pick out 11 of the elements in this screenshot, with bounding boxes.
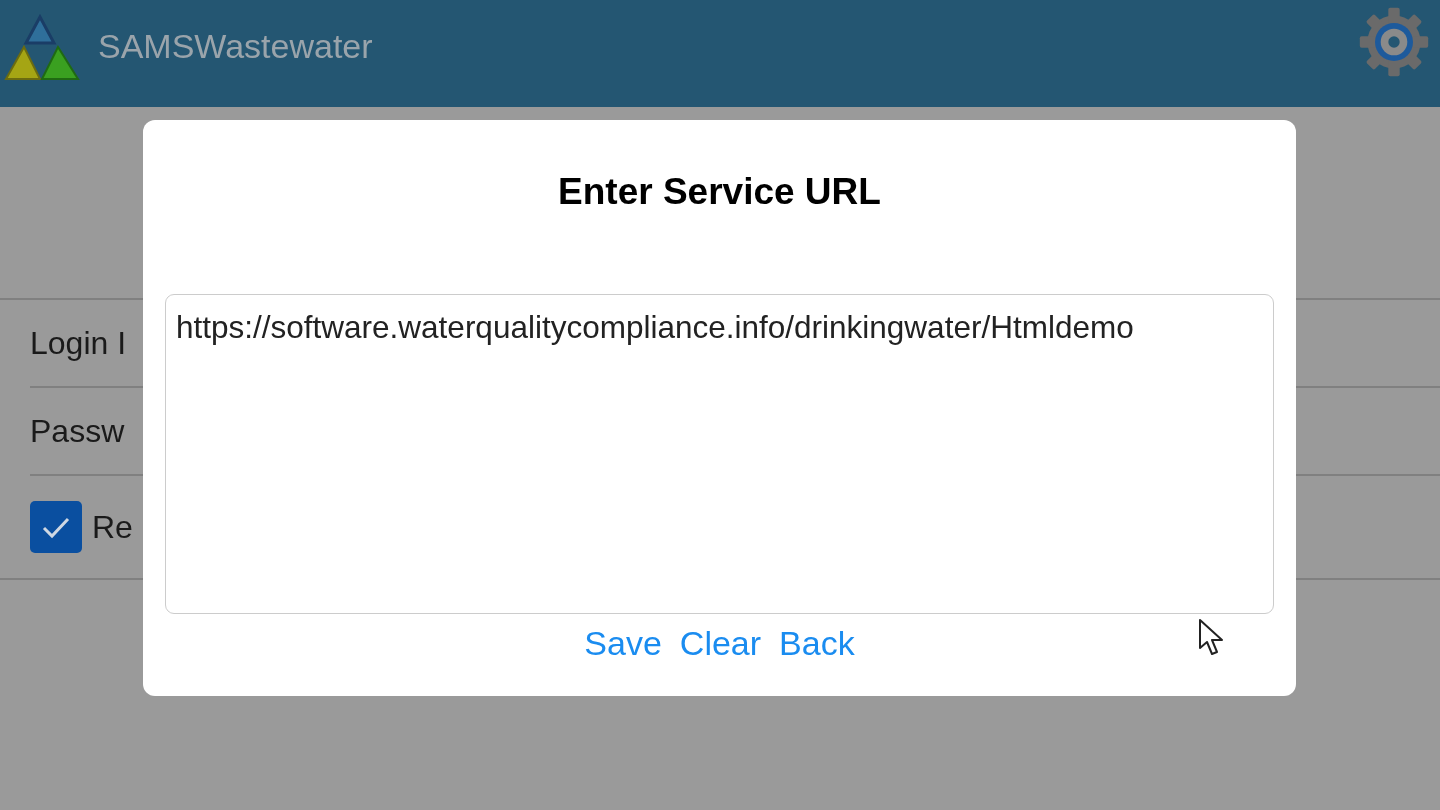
text-button[interactable]: Back <box>779 624 855 663</box>
field-label: Passw <box>30 412 125 450</box>
dialog-title: Enter Service URL <box>558 172 881 212</box>
checkbox-label: Re <box>92 508 133 546</box>
mouse-cursor-icon <box>1198 618 1226 658</box>
field-label: Login I <box>30 324 127 362</box>
app-title: SAMSWastewater <box>98 27 373 66</box>
text-button[interactable]: Clear <box>679 624 762 663</box>
url-field[interactable]: https://software.waterqualitycompliance.info/drinkingwater/Htmldemo <box>165 294 1274 614</box>
text-button[interactable]: Save <box>584 624 662 663</box>
checkbox[interactable] <box>30 501 82 553</box>
